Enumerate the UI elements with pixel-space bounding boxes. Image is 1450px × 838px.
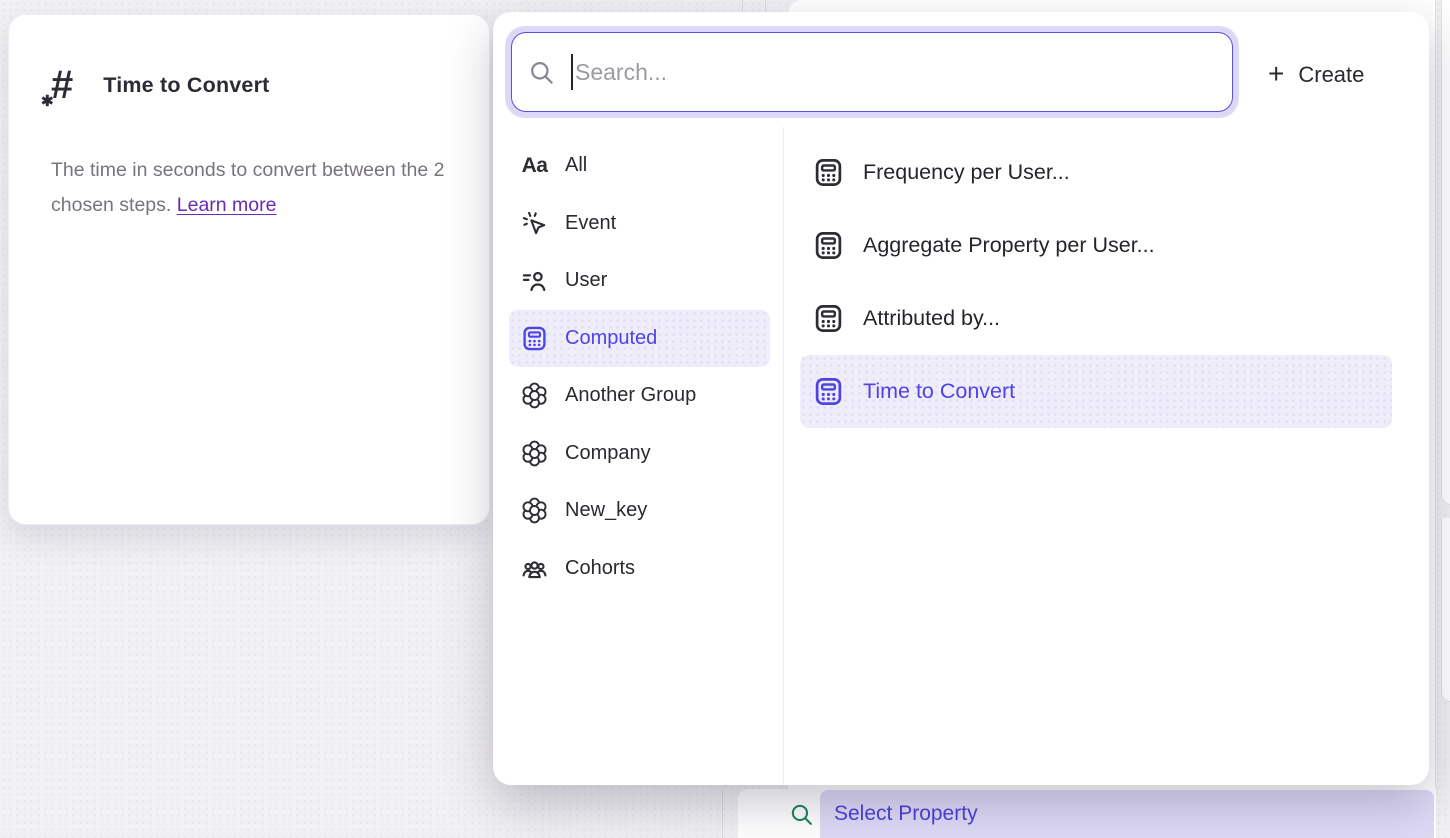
cursor-click-icon [521,210,548,237]
background-panel-edge [722,790,723,838]
search-icon [528,59,555,86]
plus-icon: + [1268,60,1284,88]
category-label: User [565,269,607,292]
results-list: Frequency per User... Aggregate Property… [800,136,1392,428]
calculator-icon [813,303,844,334]
search-focus-ring [505,26,1239,118]
calculator-icon [813,157,844,188]
result-label: Aggregate Property per User... [863,233,1155,258]
category-item-all[interactable]: Aa All [509,137,770,195]
category-label: Another Group [565,384,696,407]
category-label: Event [565,212,616,235]
learn-more-link[interactable]: Learn more [177,194,277,216]
search-icon [789,802,814,827]
cohorts-people-icon [521,555,548,582]
computed-number-icon: #✱ [51,65,73,105]
category-label: All [565,154,587,177]
screen: Select Property #✱ Time to Convert The t… [0,0,1450,838]
result-label: Attributed by... [863,306,1000,331]
divider [783,127,784,785]
category-list: Aa All Event User Computed Another Group [509,137,770,597]
background-card [1441,0,1450,505]
tooltip-title: Time to Convert [103,73,269,98]
user-profile-icon [521,267,548,294]
create-button-label: Create [1298,62,1364,88]
category-item-company[interactable]: Company [509,425,770,483]
category-item-new-key[interactable]: New_key [509,482,770,540]
group-cluster-icon [521,440,548,467]
tooltip-description: The time in seconds to convert between t… [51,153,451,223]
letters-icon: Aa [521,152,548,179]
category-item-computed[interactable]: Computed [509,310,770,368]
category-label: Company [565,442,651,465]
asterisk-icon: ✱ [41,94,54,109]
tooltip-card: #✱ Time to Convert The time in seconds t… [8,14,490,525]
text-caret [571,54,573,90]
category-item-cohorts[interactable]: Cohorts [509,540,770,598]
background-card [1441,518,1450,702]
result-item-frequency-per-user[interactable]: Frequency per User... [800,136,1392,209]
tooltip-card-header: #✱ Time to Convert [51,65,270,105]
category-item-another-group[interactable]: Another Group [509,367,770,425]
property-picker-dropdown: + Create Aa All Event User Computed [493,12,1429,785]
select-property-button[interactable]: Select Property [820,790,1434,838]
query-builder-row: Select Property [738,789,1436,838]
calculator-icon [813,376,844,407]
result-item-attributed-by[interactable]: Attributed by... [800,282,1392,355]
result-item-time-to-convert[interactable]: Time to Convert [800,355,1392,428]
category-label: Cohorts [565,557,635,580]
category-item-event[interactable]: Event [509,195,770,253]
search-box[interactable] [511,32,1233,112]
group-cluster-icon [521,497,548,524]
group-cluster-icon [521,382,548,409]
result-label: Time to Convert [863,379,1015,404]
calculator-icon [813,230,844,261]
search-input[interactable] [575,59,1216,86]
category-label: Computed [565,327,657,350]
calculator-icon [521,325,548,352]
select-property-label: Select Property [834,802,978,826]
category-label: New_key [565,499,647,522]
category-item-user[interactable]: User [509,252,770,310]
result-item-aggregate-property-per-user[interactable]: Aggregate Property per User... [800,209,1392,282]
create-button[interactable]: + Create [1268,54,1364,96]
result-label: Frequency per User... [863,160,1070,185]
